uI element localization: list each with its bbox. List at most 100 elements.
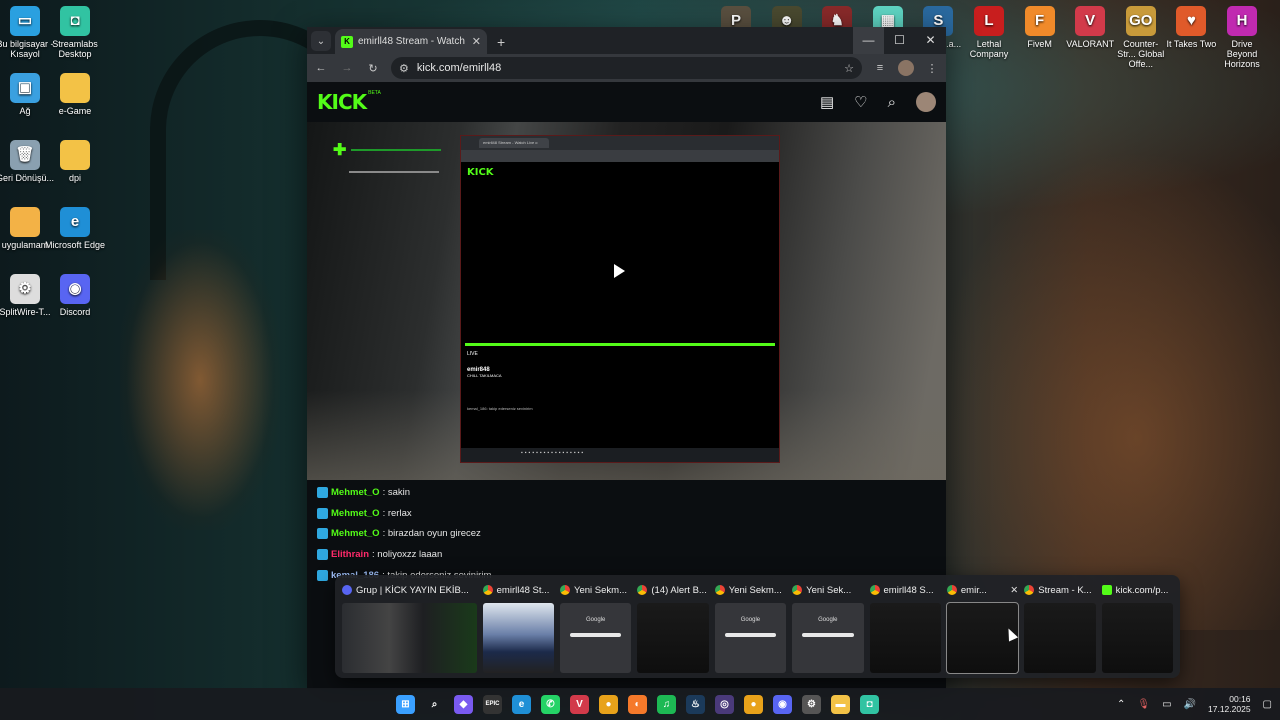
desktop-icon[interactable]: L Lethal Company [963, 6, 1015, 59]
desktop-icon[interactable]: e Microsoft Edge [44, 207, 106, 250]
chrome-icon [1024, 585, 1035, 595]
new-tab-button[interactable]: + [497, 34, 505, 50]
switcher-thumbnail[interactable]: emirll48 St... [480, 579, 557, 675]
captured-channel: emir848 CHILL TAKILMACA [467, 367, 502, 378]
switcher-thumbnail[interactable]: Yeni Sekm... Google [557, 579, 634, 675]
subscriber-badge-icon [317, 549, 328, 561]
subscriber-badge-icon [317, 507, 328, 519]
reload-icon[interactable]: ↻ [365, 62, 381, 75]
window-switcher: Grup | KİCK YAYIN EKİB... emirll48 St... Y… [335, 575, 1180, 678]
switcher-thumbnail[interactable]: emirll48 S... [867, 579, 944, 675]
browser-tab[interactable]: K emirll48 Stream - Watch Live o ✕ [335, 29, 487, 54]
clock[interactable]: 00:16 17.12.2025 [1208, 694, 1251, 714]
kick-logo[interactable]: KICK [317, 90, 367, 114]
network-icon[interactable]: ▭ [1162, 699, 1171, 710]
streamlabs-icon[interactable]: ◘ [860, 694, 879, 714]
close-button[interactable]: ✕ [915, 27, 946, 54]
search-icon[interactable]: ⌕ [888, 94, 896, 111]
stream-video-player[interactable]: ✚ emirll48 Stream - Watch Live o KICK LI… [307, 122, 946, 480]
chrome-icon [946, 585, 957, 595]
start-button[interactable]: ⊞ [396, 694, 415, 714]
switcher-thumbnail[interactable]: Grup | KİCK YAYIN EKİB... [339, 579, 480, 675]
chat-username[interactable]: Elithrain [331, 549, 369, 560]
menu-kebab-icon[interactable]: ⋮ [924, 62, 940, 75]
edge-icon[interactable]: e [512, 694, 531, 714]
close-thumbnail-icon[interactable]: ✕ [1010, 585, 1018, 596]
file-explorer-icon[interactable]: ▬ [831, 694, 850, 714]
google-search-bar [802, 633, 854, 637]
thumbnail-header: (14) Alert B... [637, 581, 708, 599]
switcher-thumbnail[interactable]: kick.com/p... [1099, 579, 1176, 675]
desktop-icon[interactable]: GO Counter-Str... Global Offe... [1115, 6, 1167, 69]
thumbnail-title: (14) Alert B... [651, 584, 707, 596]
chat-text: : rerlax [382, 507, 412, 519]
chrome-icon[interactable]: ● [599, 694, 618, 714]
desktop-icon[interactable]: ♥ It Takes Two [1165, 6, 1217, 49]
minimize-button[interactable]: — [853, 27, 884, 54]
chat-message: Mehmet_O: birazdan oyun girecez [317, 524, 936, 545]
tab-search-button[interactable]: ⌄ [311, 31, 331, 51]
clock-time: 00:16 [1229, 694, 1251, 704]
chrome-icon-2[interactable]: ● [744, 694, 763, 714]
chat-username[interactable]: Mehmet_O [331, 487, 380, 498]
volume-icon[interactable]: 🔊 [1184, 699, 1196, 710]
switcher-thumbnail[interactable]: Yeni Sekm... Google [712, 579, 789, 675]
switcher-thumbnail[interactable]: (14) Alert B... [634, 579, 711, 675]
wallpaper-glow-right [920, 150, 1280, 630]
desktop-icon-label: FiveM [1027, 39, 1052, 49]
clips-icon[interactable]: ▤ [820, 93, 834, 111]
csgo-icon: GO [1125, 6, 1156, 36]
user-avatar[interactable] [916, 92, 936, 112]
google-logo: Google [740, 617, 761, 623]
google-search-bar [724, 633, 777, 637]
obs-icon[interactable]: ◎ [715, 694, 734, 714]
subscriber-badge-icon [317, 528, 328, 540]
switcher-thumbnail[interactable]: Yeni Sek... Google [789, 579, 866, 675]
chat-username[interactable]: Mehmet_O [331, 528, 380, 539]
forward-icon[interactable]: → [339, 62, 355, 74]
edge-icon: e [60, 207, 90, 237]
desktop-icon[interactable]: ◉ Discord [44, 274, 106, 317]
search-icon[interactable]: ⌕ [425, 695, 444, 714]
chat-username[interactable]: Mehmet_O [331, 508, 380, 519]
steam-icon[interactable]: ♨ [686, 694, 705, 714]
url-input[interactable]: ⚙ kick.com/emirll48 ☆ [391, 57, 862, 79]
system-tray: ⌃ 🎙 ▭ 🔊 00:16 17.12.2025 ▢ [1117, 688, 1272, 720]
settings-icon[interactable]: ⚙ [802, 694, 821, 714]
epic-games-icon[interactable]: EPIC [483, 694, 502, 714]
whatsapp-icon[interactable]: ✆ [541, 694, 560, 714]
kick-header-actions: ▤ ♡ ⌕ [820, 92, 936, 112]
spotify-icon[interactable]: ♫ [657, 694, 676, 714]
desktop-icon[interactable]: F FiveM [1014, 6, 1066, 49]
desktop-icon[interactable]: ◘ Streamlabs Desktop [44, 6, 106, 59]
streamlabs-icon: ◘ [60, 6, 90, 36]
switcher-thumbnail[interactable]: Stream - K... [1021, 579, 1098, 675]
thumbnail-preview [869, 603, 941, 673]
desktop-icon[interactable]: e-Game [44, 73, 106, 116]
copilot-icon[interactable]: ◆ [454, 694, 473, 714]
notification-icon[interactable]: ▢ [1263, 699, 1272, 710]
blender-icon[interactable]: ◐ [628, 694, 647, 714]
tab-close-icon[interactable]: ✕ [472, 35, 481, 48]
media-icon[interactable]: ≡ [872, 62, 888, 74]
discord-icon[interactable]: ◉ [773, 694, 792, 714]
thumbnail-header: Stream - K... [1024, 581, 1095, 599]
desktop-icon[interactable]: H Drive Beyond Horizons [1216, 6, 1268, 69]
bookmark-star-icon[interactable]: ☆ [844, 62, 854, 75]
desktop-icon-label: Streamlabs Desktop [52, 39, 98, 59]
maximize-button[interactable]: ☐ [884, 27, 915, 54]
chrome-icon [560, 585, 571, 595]
hud-health-bar [351, 149, 441, 151]
following-heart-icon[interactable]: ♡ [854, 93, 867, 111]
valorant-icon[interactable]: V [570, 694, 589, 714]
desktop-icon[interactable]: V VALORANT [1064, 6, 1116, 49]
site-info-icon[interactable]: ⚙ [399, 62, 409, 75]
chrome-icon [869, 585, 880, 595]
thumbnail-header: kick.com/p... [1101, 581, 1173, 599]
profile-avatar[interactable] [898, 60, 914, 76]
microphone-icon[interactable]: 🎙 [1137, 699, 1150, 710]
thumbnail-title: Stream - K... [1038, 584, 1092, 596]
back-icon[interactable]: ← [313, 62, 329, 74]
desktop-icon[interactable]: dpi [44, 140, 106, 183]
tray-overflow-icon[interactable]: ⌃ [1117, 699, 1125, 710]
